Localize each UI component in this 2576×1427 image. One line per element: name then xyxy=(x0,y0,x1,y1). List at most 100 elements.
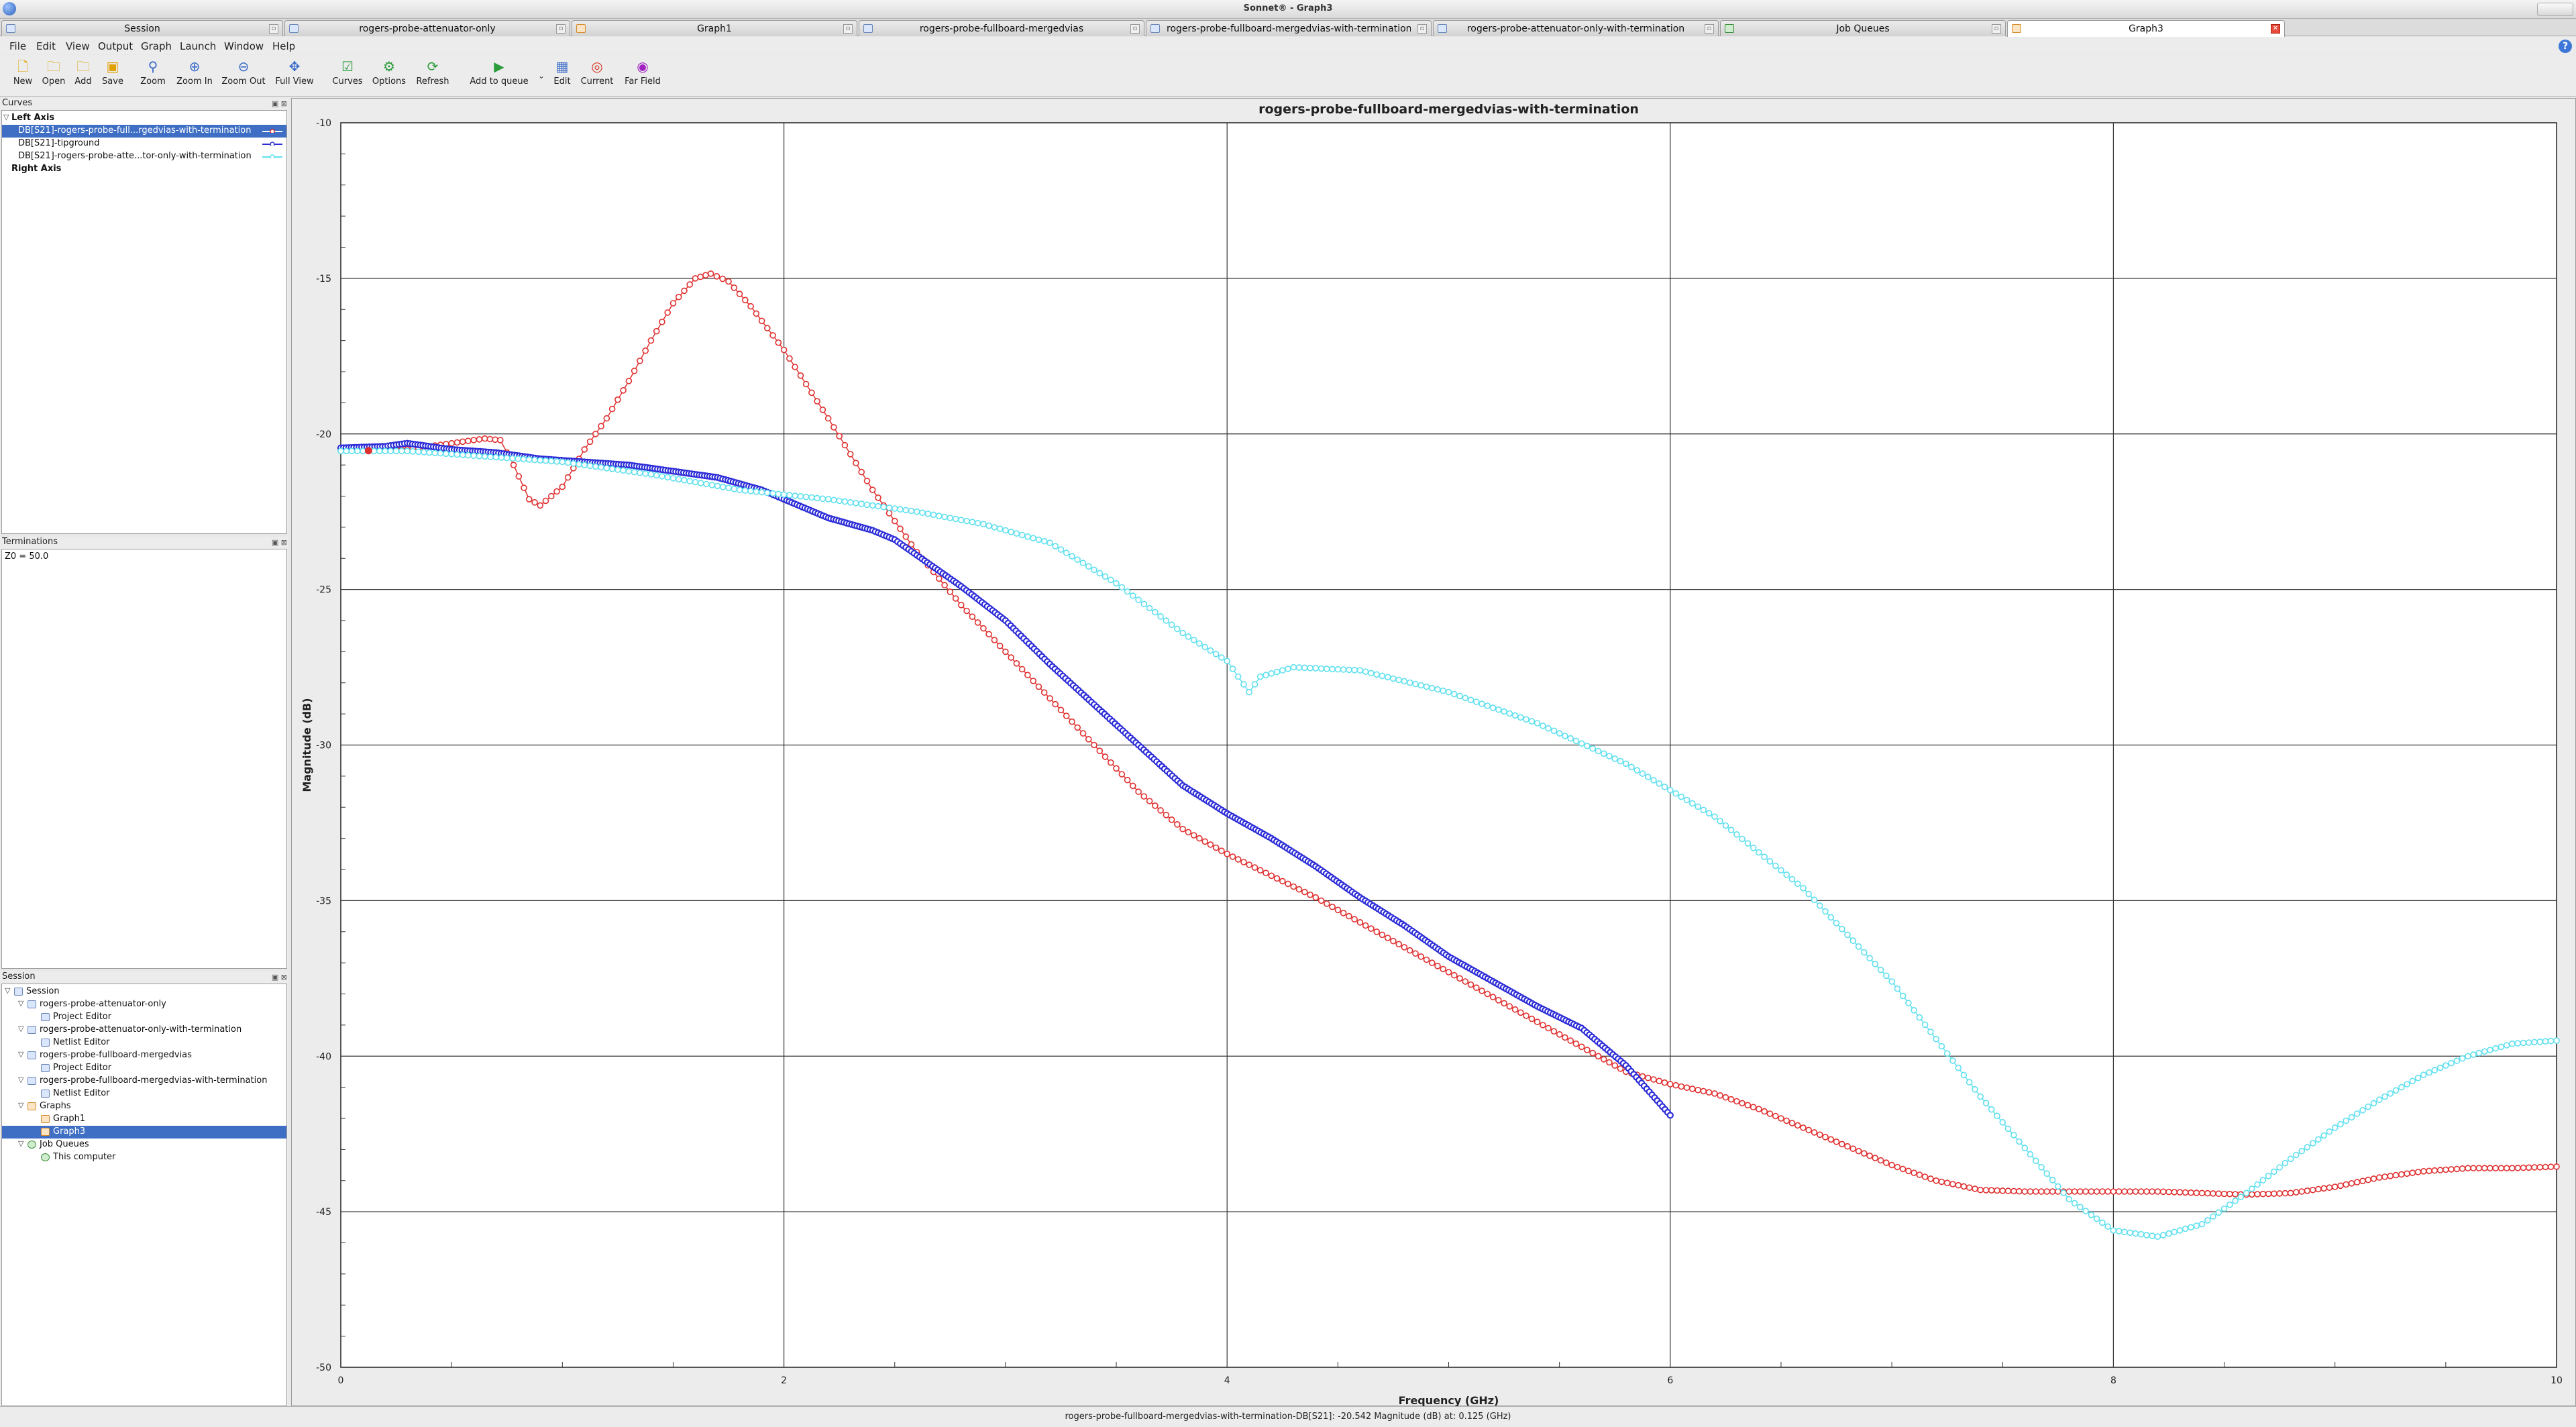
tab-graph1[interactable]: Graph1 ▫ xyxy=(572,20,857,36)
menu-view[interactable]: View xyxy=(66,40,90,52)
tab-rogers-probe-attenuator-only[interactable]: rogers-probe-attenuator-only ▫ xyxy=(284,20,570,36)
close-icon[interactable]: ▫ xyxy=(1417,24,1427,34)
session-node-label: Graph3 xyxy=(53,1126,86,1137)
data-point xyxy=(1046,539,1053,546)
new-button[interactable]: 🗋 New xyxy=(9,58,36,94)
tab-session[interactable]: Session ▫ xyxy=(1,20,283,36)
session-node[interactable]: ▽ Graphs xyxy=(2,1100,286,1113)
close-icon[interactable]: ▫ xyxy=(1130,24,1140,34)
menu-launch[interactable]: Launch xyxy=(180,40,216,52)
open-button[interactable]: 🗀 Open xyxy=(39,58,68,94)
data-point xyxy=(1822,908,1829,915)
refresh-button[interactable]: ⟳ Refresh xyxy=(413,58,452,94)
data-point xyxy=(1207,841,1214,848)
collapse-icon[interactable]: ▽ xyxy=(18,1101,23,1110)
session-node[interactable]: Project Editor xyxy=(2,1062,286,1075)
panel-float-close-icon[interactable]: ▣ ⊠ xyxy=(272,973,287,982)
add-to-queue-dropdown-icon[interactable]: ⌄ xyxy=(538,71,545,81)
data-point xyxy=(647,337,655,344)
close-icon[interactable]: ▫ xyxy=(1705,24,1714,34)
data-point xyxy=(1168,816,1175,823)
data-point xyxy=(1523,716,1529,723)
tab-graph3[interactable]: Graph3 ✕ xyxy=(2007,20,2285,37)
session-node[interactable]: ▽ rogers-probe-fullboard-mergedvias-with-… xyxy=(2,1075,286,1088)
panel-float-close-icon[interactable]: ▣ ⊠ xyxy=(272,538,287,547)
left-axis-node[interactable]: ▽ Left Axis xyxy=(2,112,286,125)
data-point xyxy=(1052,700,1059,708)
zoom-button[interactable]: ⚲ Zoom xyxy=(138,58,168,94)
options-button[interactable]: ⚙ Options xyxy=(370,58,408,94)
zoom-out-button[interactable]: ⊖ Zoom Out xyxy=(220,58,267,94)
collapse-icon[interactable]: ▽ xyxy=(18,999,23,1008)
session-node[interactable]: Netlist Editor xyxy=(2,1037,286,1049)
window-controls[interactable] xyxy=(2537,3,2573,16)
menu-help[interactable]: Help xyxy=(272,40,295,52)
edit-button[interactable]: ▦ Edit xyxy=(550,58,574,94)
data-point xyxy=(1069,718,1075,725)
right-axis-label: Right Axis xyxy=(11,164,62,174)
curves-button[interactable]: ☑ Curves xyxy=(330,58,365,94)
data-point xyxy=(1960,1183,1968,1190)
data-point xyxy=(1174,821,1181,828)
data-point xyxy=(1772,862,1779,869)
far-field-button[interactable]: ◉ Far Field xyxy=(621,58,664,94)
tab-fullboard-mergedvias-with-termination[interactable]: rogers-probe-fullboard-mergedvias-with-t… xyxy=(1146,20,1432,36)
close-icon[interactable]: ▫ xyxy=(269,24,278,34)
tab-job-queues[interactable]: Job Queues ▫ xyxy=(1720,20,2006,36)
panel-float-close-icon[interactable]: ▣ ⊠ xyxy=(272,99,287,108)
session-node[interactable]: Netlist Editor xyxy=(2,1088,286,1100)
data-point xyxy=(1656,780,1663,787)
options-label: Options xyxy=(372,76,407,87)
close-icon[interactable]: ▫ xyxy=(1992,24,2001,34)
session-node[interactable]: ▽ rogers-probe-attenuator-only-with-termi… xyxy=(2,1024,286,1037)
session-node[interactable]: Project Editor xyxy=(2,1011,286,1024)
session-node[interactable]: ▽ Session xyxy=(2,986,286,998)
close-icon[interactable]: ▫ xyxy=(556,24,566,34)
add-to-queue-button[interactable]: ▶ Add to queue xyxy=(467,58,531,94)
y-tick-label: -45 xyxy=(316,1207,331,1218)
data-point xyxy=(1994,1112,2000,1119)
collapse-icon[interactable]: ▽ xyxy=(18,1024,23,1033)
curve-item-tipground[interactable]: DB[S21]-tipground xyxy=(2,138,286,150)
graph-canvas[interactable]: rogers-probe-fullboard-mergedvias-with-t… xyxy=(292,99,2576,1407)
data-point xyxy=(1938,1043,1945,1050)
session-node[interactable]: Graph3 xyxy=(2,1126,286,1139)
menu-file[interactable]: File xyxy=(9,40,26,52)
collapse-icon[interactable]: ▽ xyxy=(5,986,10,995)
session-node[interactable]: Graph1 xyxy=(2,1113,286,1126)
close-icon[interactable]: ✕ xyxy=(2271,24,2280,34)
tab-label: Session xyxy=(124,23,160,34)
collapse-icon[interactable]: ▽ xyxy=(18,1050,23,1059)
graph-view[interactable]: rogers-probe-fullboard-mergedvias-with-t… xyxy=(291,98,2576,1407)
curve-item-fullboard-with-termination[interactable]: DB[S21]-rogers-probe-full...rgedvias-wit… xyxy=(2,125,286,138)
data-point xyxy=(1312,894,1320,901)
data-point xyxy=(2481,1048,2488,1055)
session-node[interactable]: ▽ rogers-probe-fullboard-mergedvias xyxy=(2,1049,286,1062)
collapse-icon[interactable]: ▽ xyxy=(18,1139,23,1148)
zoom-in-button[interactable]: ⊕ Zoom In xyxy=(174,58,215,94)
session-node[interactable]: ▽ Job Queues xyxy=(2,1139,286,1151)
curve-item-attenuator-with-termination[interactable]: DB[S21]-rogers-probe-atte...tor-only-wit… xyxy=(2,150,286,163)
data-point xyxy=(1212,651,1220,657)
save-button[interactable]: ▣ Save xyxy=(99,58,126,94)
menu-window[interactable]: Window xyxy=(224,40,264,52)
close-icon[interactable]: ▫ xyxy=(843,24,853,34)
right-axis-node[interactable]: Right Axis xyxy=(2,163,286,176)
full-view-button[interactable]: ✥ Full View xyxy=(272,58,317,94)
menu-edit[interactable]: Edit xyxy=(36,40,56,52)
session-node[interactable]: ▽ rogers-probe-attenuator-only xyxy=(2,998,286,1011)
current-button[interactable]: ◎ Current xyxy=(578,58,616,94)
collapse-icon[interactable]: ▽ xyxy=(18,1075,23,1084)
add-button[interactable]: 🗀 Add xyxy=(71,58,95,94)
tab-attenuator-only-with-termination[interactable]: rogers-probe-attenuator-only-with-termin… xyxy=(1433,20,1719,36)
menu-output[interactable]: Output xyxy=(98,40,133,52)
data-point xyxy=(1606,753,1613,759)
tab-rogers-probe-fullboard-mergedvias[interactable]: rogers-probe-fullboard-mergedvias ▫ xyxy=(859,20,1144,36)
data-point xyxy=(2498,1165,2505,1171)
help-icon[interactable]: ? xyxy=(2559,40,2572,53)
session-node[interactable]: This computer xyxy=(2,1151,286,1164)
data-point xyxy=(2392,1171,2400,1179)
menu-graph[interactable]: Graph xyxy=(141,40,172,52)
collapse-icon[interactable]: ▽ xyxy=(3,113,9,121)
current-icon: ◎ xyxy=(591,58,603,74)
